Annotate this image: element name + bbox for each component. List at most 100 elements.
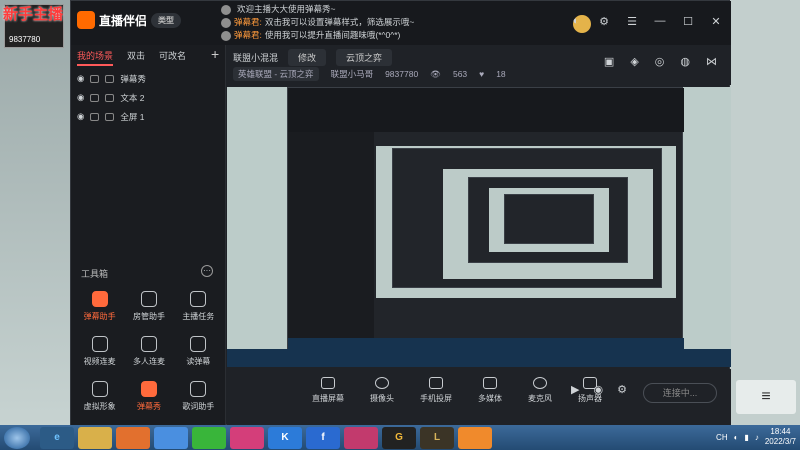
tool-read-danmaku[interactable]: 读弹幕 — [174, 336, 223, 367]
more-icon[interactable]: ··· — [201, 265, 213, 277]
app2-icon[interactable] — [344, 426, 378, 449]
toolbox-title: 工具箱 — [81, 269, 109, 279]
lock-icon[interactable] — [90, 93, 100, 102]
avatar-icon — [221, 30, 231, 41]
menu-icon[interactable]: ≡ — [736, 380, 796, 414]
scene-item[interactable]: ◉ 文本 2 — [77, 88, 217, 107]
eye-icon[interactable]: ◉ — [594, 383, 604, 396]
system-tray: CH ◐ ▮ ♪ 18:44 2022/3/7 — [716, 427, 796, 447]
nested-window-2 — [392, 148, 662, 288]
game-category[interactable]: 英雄联盟 - 云顶之弈 — [233, 67, 319, 81]
room-info-row: 英雄联盟 - 云顶之弈 联盟小马哥 9837780 👁 563 ♥ 18 — [233, 67, 506, 81]
date: 2022/3/7 — [764, 437, 796, 446]
taskbar-apps: e K f G L — [40, 426, 492, 449]
tool-anchor-tasks[interactable]: 主播任务 — [174, 291, 223, 322]
g-icon[interactable]: G — [382, 426, 416, 449]
tray-icon[interactable]: ◐ — [734, 433, 739, 442]
danmaku-show-icon — [140, 381, 157, 397]
orange-app-icon[interactable] — [458, 426, 492, 449]
left-desktop-strip: 新手主播 9837780 — [0, 0, 70, 425]
chat-line: 弹幕君: 使用我可以提升直播间趣味哦(*^0^*) — [221, 29, 481, 42]
iqiyi-icon[interactable] — [192, 426, 226, 449]
chat-line: 弹幕君: 双击我可以设置弹幕样式，筛选展示哦~ — [221, 16, 481, 29]
scene-sidebar: 我的场景 双击 可改名 + ◉ 弹幕秀 ◉ 文本 2 ◉ 全屏 1 工具箱 ··· 弹… — [71, 45, 226, 426]
lol-icon[interactable]: L — [420, 426, 454, 449]
kugou-icon[interactable]: K — [268, 426, 302, 449]
skin-icon[interactable]: ◐ — [569, 15, 583, 28]
minimize-icon[interactable]: — — [653, 15, 667, 28]
lock-icon[interactable] — [90, 74, 100, 83]
danmaku-icon — [105, 74, 115, 83]
cloud-icon[interactable] — [154, 426, 188, 449]
task-icon — [190, 291, 207, 307]
network-icon[interactable]: ▮ — [744, 433, 748, 442]
channel-select[interactable]: 云顶之弈 — [336, 49, 393, 66]
avatar-icon — [221, 17, 231, 28]
eye-icon[interactable]: ◉ — [77, 111, 84, 122]
tool-room-manager[interactable]: 房管助手 — [124, 291, 173, 322]
clock[interactable]: 18:44 2022/3/7 — [765, 427, 796, 447]
lock-icon[interactable]: ◈ — [630, 55, 638, 68]
maximize-icon[interactable]: ☐ — [681, 15, 695, 28]
tab-double-click[interactable]: 双击 — [127, 49, 145, 66]
settings-icon[interactable]: ⚙ — [597, 15, 611, 28]
time: 18:44 — [770, 427, 791, 436]
phone-cast-icon — [429, 377, 443, 389]
language-indicator[interactable]: CH — [716, 433, 728, 442]
folder-icon[interactable] — [78, 426, 112, 449]
app-name: 直播伴侣 — [99, 13, 148, 28]
eye-icon[interactable]: ◉ — [77, 73, 84, 84]
right-desktop-strip: ≡ — [730, 0, 800, 425]
record-icon[interactable]: ▶ — [571, 383, 579, 396]
eye-icon[interactable]: ◉ — [77, 92, 84, 103]
app1-icon[interactable] — [230, 426, 264, 449]
stage-header: 联盟小混混 修改 云顶之弈 英雄联盟 - 云顶之弈 联盟小马哥 9837780 … — [227, 45, 731, 85]
gift-icon[interactable]: ▣ — [604, 55, 614, 68]
start-live-button[interactable]: 连接中... — [643, 383, 717, 403]
screen-capture-button[interactable]: 直播屏幕 — [312, 377, 344, 404]
phone-cast-button[interactable]: 手机投屏 — [420, 377, 452, 404]
tool-lyrics[interactable]: 歌词助手 — [174, 381, 223, 412]
like-icon: ♥ — [479, 69, 485, 79]
settings-icon[interactable]: ⚙ — [617, 383, 627, 396]
app-logo: 直播伴侣 类型 — [77, 9, 182, 31]
menu-icon[interactable]: ☰ — [625, 15, 639, 28]
download-icon — [91, 381, 108, 397]
stream-preview[interactable] — [227, 87, 731, 367]
edit-title-button[interactable]: 修改 — [288, 49, 327, 66]
bell-icon[interactable]: ◍ — [680, 55, 690, 68]
pin-icon[interactable]: ◎ — [655, 55, 665, 68]
nested-sidebar — [288, 132, 374, 338]
lock-icon[interactable] — [90, 112, 100, 121]
close-icon[interactable]: ✕ — [709, 15, 723, 28]
tool-danmaku-assistant[interactable]: 弹幕助手 — [75, 291, 124, 322]
volume-icon[interactable]: ♪ — [755, 433, 759, 442]
danmaku-icon — [91, 291, 108, 307]
room-title-row: 联盟小混混 修改 云顶之弈 — [233, 49, 393, 66]
tab-rename[interactable]: 可改名 — [159, 49, 186, 66]
source-buttons: 直播屏幕 摄像头 手机投屏 多媒体 麦克风 扬声器 — [312, 377, 602, 404]
add-scene-button[interactable]: + — [211, 46, 219, 62]
start-button[interactable] — [4, 426, 30, 449]
tab-my-scenes[interactable]: 我的场景 — [77, 49, 114, 66]
fullscreen-icon — [105, 112, 115, 121]
tool-avatar[interactable]: 虚拟形象 — [75, 381, 124, 412]
flash-icon[interactable]: f — [306, 426, 340, 449]
mic-icon — [91, 336, 108, 352]
scene-item[interactable]: ◉ 弹幕秀 — [77, 69, 217, 88]
camera-button[interactable]: 摄像头 — [370, 377, 394, 404]
tool-multi-link[interactable]: 多人连麦 — [124, 336, 173, 367]
mode-pill[interactable]: 类型 — [151, 12, 182, 28]
share-icon[interactable]: ⋈ — [706, 55, 717, 68]
microphone-button[interactable]: 麦克风 — [528, 377, 552, 404]
scene-list: ◉ 弹幕秀 ◉ 文本 2 ◉ 全屏 1 — [77, 69, 217, 126]
overlay-text: 新手主播 — [3, 6, 64, 23]
title-bar: 直播伴侣 类型 欢迎主播大大使用弹幕秀~ 弹幕君: 双击我可以设置弹幕样式，筛选展… — [71, 1, 731, 45]
ie-icon[interactable]: e — [40, 426, 74, 449]
tool-video-link[interactable]: 视频连麦 — [75, 336, 124, 367]
media-button[interactable]: 多媒体 — [478, 377, 502, 404]
tool-danmaku-show[interactable]: 弹幕秀 — [124, 381, 173, 412]
read-icon — [190, 336, 207, 352]
media-icon[interactable] — [116, 426, 150, 449]
scene-item[interactable]: ◉ 全屏 1 — [77, 107, 217, 126]
